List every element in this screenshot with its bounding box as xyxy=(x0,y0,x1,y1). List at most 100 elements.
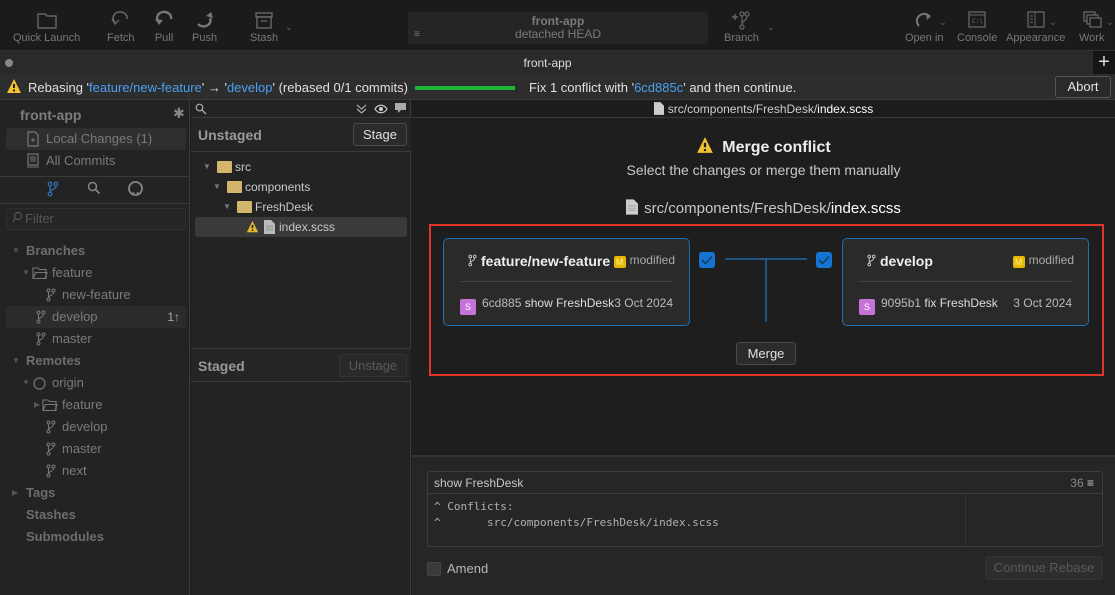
open-in-button[interactable]: Open in xyxy=(905,10,944,44)
rebase-arrow: ' → ' xyxy=(201,80,227,95)
work-button[interactable]: Work xyxy=(1079,10,1104,44)
expand-triangle-icon: ▼ xyxy=(203,162,211,171)
console-button[interactable]: C:\ Console xyxy=(957,10,997,44)
sidebar-item-all-commits[interactable]: All Commits xyxy=(6,150,186,172)
tree-folder-components[interactable]: ▼ components xyxy=(195,177,407,197)
commits-icon xyxy=(27,153,39,168)
layout-icon xyxy=(1027,11,1045,28)
ours-checkbox[interactable] xyxy=(699,252,715,268)
repository-selector[interactable]: ≡ front-app detached HEAD xyxy=(408,12,708,44)
commit-date: 3 Oct 2024 xyxy=(614,296,673,310)
theirs-checkbox[interactable] xyxy=(816,252,832,268)
branch-dropdown-chevron-icon[interactable]: ⌄ xyxy=(767,22,775,33)
amend-label: Amend xyxy=(447,561,489,576)
search-icon[interactable] xyxy=(195,103,207,115)
rebase-message: Rebasing 'feature/new-feature' → 'develo… xyxy=(28,80,408,95)
tab-bar: front-app + xyxy=(0,50,1115,75)
work-chevron-icon[interactable]: ⌄ xyxy=(1106,17,1114,28)
stashes-section[interactable]: Stashes xyxy=(6,504,186,526)
tags-section[interactable]: ▶ Tags xyxy=(6,482,186,504)
folder-label: FreshDesk xyxy=(255,200,314,214)
expand-triangle-icon: ▼ xyxy=(213,182,221,191)
unstaged-title: Unstaged xyxy=(198,127,262,143)
branch-icon xyxy=(468,254,477,267)
folder-open-icon xyxy=(42,399,58,411)
svg-text:C:\: C:\ xyxy=(972,18,983,25)
files-toolbar xyxy=(191,100,411,118)
remote-next-label: next xyxy=(62,463,87,478)
list-icon[interactable]: ≡ xyxy=(1087,476,1094,490)
stash-icon xyxy=(255,12,273,29)
fetch-button[interactable]: Fetch xyxy=(107,10,135,44)
add-tab-button[interactable]: + xyxy=(1093,51,1115,75)
files-panel: Unstaged Stage ▼ src ▼ components ▼ FreshDe… xyxy=(191,100,411,595)
branches-tab-icon[interactable] xyxy=(43,181,63,199)
sidebar-filter-input[interactable]: Filter xyxy=(6,208,186,230)
rebase-target-branch[interactable]: develop xyxy=(227,80,273,95)
stash-button[interactable]: Stash xyxy=(250,10,278,44)
sidebar-item-local-changes[interactable]: Local Changes (1) xyxy=(6,128,186,150)
remote-branch-master[interactable]: master xyxy=(6,438,186,460)
branches-section[interactable]: ▼ Branches xyxy=(6,240,186,262)
abort-button[interactable]: Abort xyxy=(1055,76,1111,98)
branch-develop[interactable]: develop 1↑ xyxy=(6,306,186,328)
stage-button[interactable]: Stage xyxy=(353,123,407,146)
tags-header: Tags xyxy=(26,485,56,500)
push-button[interactable]: Push xyxy=(192,10,217,44)
staged-header: Staged Unstage xyxy=(191,348,411,382)
branch-label: develop xyxy=(880,253,933,269)
branch-button[interactable]: Branch xyxy=(724,10,759,44)
tree-file-index-scss[interactable]: index.scss xyxy=(195,217,407,237)
title-text: Merge conflict xyxy=(722,139,831,156)
file-icon xyxy=(653,102,664,115)
rebase-source-branch[interactable]: feature/new-feature xyxy=(89,80,202,95)
expand-triangle-icon: ▼ xyxy=(223,202,231,211)
ours-branch-card[interactable]: feature/new-feature Mmodified S 6cd885 sh… xyxy=(443,238,690,326)
remote-branch-next[interactable]: next xyxy=(6,460,186,482)
tree-folder-freshdesk[interactable]: ▼ FreshDesk xyxy=(195,197,407,217)
collapse-triangle-icon: ▶ xyxy=(34,400,41,409)
open-in-chevron-icon[interactable]: ⌄ xyxy=(939,17,947,28)
repo-state: detached HEAD xyxy=(514,27,602,41)
feature-folder-label: feature xyxy=(52,265,93,280)
github-tab-icon[interactable] xyxy=(125,181,145,199)
windows-icon xyxy=(1083,11,1102,28)
branch-master[interactable]: master xyxy=(6,328,186,350)
conflict-commit-link[interactable]: 6cd885c xyxy=(634,80,683,95)
eye-icon[interactable] xyxy=(374,103,388,115)
local-changes-label: Local Changes (1) xyxy=(46,131,153,146)
open-in-icon xyxy=(916,12,932,27)
tree-folder-src[interactable]: ▼ src xyxy=(195,157,407,177)
pull-button[interactable]: Pull xyxy=(153,10,175,44)
divider xyxy=(0,203,190,204)
commit-message: show FreshDesk xyxy=(524,296,615,310)
unstage-button[interactable]: Unstage xyxy=(339,354,407,377)
remotes-section[interactable]: ▼ Remotes xyxy=(6,350,186,372)
branch-new-feature[interactable]: new-feature xyxy=(6,284,186,306)
search-tab-icon[interactable] xyxy=(84,181,104,199)
settings-gear-icon[interactable]: ✱ xyxy=(173,105,185,122)
branch-name: feature/new-feature xyxy=(468,253,610,269)
quick-launch-button[interactable]: Quick Launch xyxy=(13,10,80,44)
collapse-all-icon[interactable] xyxy=(356,103,367,115)
continue-rebase-button[interactable]: Continue Rebase xyxy=(985,556,1103,580)
modified-badge-icon: M xyxy=(1012,256,1025,268)
new-branch-icon xyxy=(732,11,751,30)
appearance-chevron-icon[interactable]: ⌄ xyxy=(1049,17,1057,28)
stash-dropdown-chevron-icon[interactable]: ⌄ xyxy=(285,22,293,33)
amend-checkbox[interactable]: Amend xyxy=(427,561,488,576)
remote-branch-develop[interactable]: develop xyxy=(6,416,186,438)
branch-folder-feature[interactable]: ▼ feature xyxy=(6,262,186,284)
tab-front-app[interactable]: front-app xyxy=(0,56,1095,70)
stashes-header: Stashes xyxy=(26,507,76,522)
commit-subject-input[interactable]: show FreshDesk 36 ≡ xyxy=(428,472,1102,494)
remote-origin[interactable]: ▼ origin xyxy=(6,372,186,394)
submodules-section[interactable]: Submodules xyxy=(6,526,186,548)
filter-placeholder: Filter xyxy=(25,211,54,226)
commit-body-textarea[interactable]: ^ Conflicts: ^ src/components/FreshDesk/… xyxy=(434,499,719,531)
remote-folder-feature[interactable]: ▶ feature xyxy=(6,394,186,416)
merge-button[interactable]: Merge xyxy=(736,342,796,365)
comment-icon[interactable] xyxy=(395,103,406,114)
warning-icon xyxy=(7,79,21,93)
theirs-branch-card[interactable]: develop Mmodified S 9095b1 fix FreshDesk 3… xyxy=(842,238,1089,326)
